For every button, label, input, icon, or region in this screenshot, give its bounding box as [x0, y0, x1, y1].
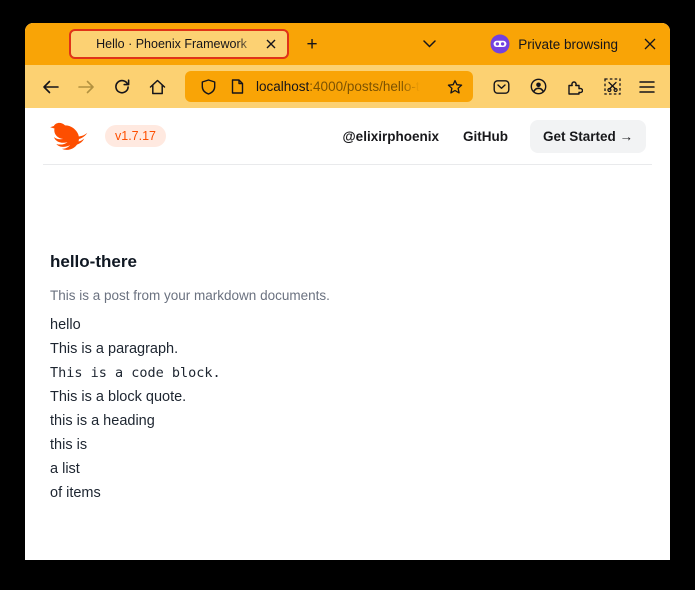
- reload-icon: [114, 79, 130, 95]
- account-icon: [530, 78, 547, 95]
- post-subtitle: This is a post from your markdown docume…: [50, 287, 645, 305]
- post-line: This is a block quote.: [50, 385, 645, 409]
- private-browsing-label: Private browsing: [518, 37, 618, 52]
- page-icon: [231, 79, 244, 94]
- forward-button[interactable]: [74, 75, 98, 98]
- home-button[interactable]: [145, 75, 169, 98]
- site-security-button[interactable]: [226, 76, 248, 98]
- forward-icon: [78, 80, 95, 94]
- post-title: hello-there: [50, 250, 645, 274]
- tab-title: Hello · Phoenix Framework: [81, 37, 262, 51]
- url-bar[interactable]: localhost:4000/posts/hello-t: [185, 71, 473, 102]
- post-line: of items: [50, 481, 645, 505]
- screenshot-icon: [604, 78, 621, 95]
- post-line: hello: [50, 313, 645, 337]
- version-badge: v1.7.17: [105, 125, 166, 147]
- screenshot-button[interactable]: [600, 75, 624, 98]
- shield-icon: [201, 79, 216, 95]
- url-host: localhost: [256, 79, 309, 94]
- menu-button[interactable]: [635, 75, 659, 98]
- site-header: v1.7.17 @elixirphoenix GitHub Get Starte…: [25, 108, 670, 164]
- url-path: :4000/posts/hello-t: [309, 79, 419, 94]
- mask-icon: [490, 34, 510, 54]
- home-icon: [149, 79, 166, 95]
- close-icon: [644, 38, 656, 50]
- url-text[interactable]: localhost:4000/posts/hello-t: [256, 79, 420, 94]
- get-started-button[interactable]: Get Started →: [530, 120, 646, 153]
- tab-hello-phoenix[interactable]: Hello · Phoenix Framework: [69, 29, 289, 59]
- extensions-button[interactable]: [563, 75, 587, 98]
- close-icon: [266, 39, 276, 49]
- page-content: v1.7.17 @elixirphoenix GitHub Get Starte…: [25, 108, 670, 560]
- tracking-protection-button[interactable]: [197, 76, 219, 98]
- post-line: this is: [50, 433, 645, 457]
- back-button[interactable]: [38, 75, 62, 98]
- post-line: this is a heading: [50, 409, 645, 433]
- navigation-toolbar: localhost:4000/posts/hello-t: [25, 65, 670, 108]
- chevron-down-icon: [423, 40, 436, 48]
- star-icon: [447, 79, 463, 95]
- reload-button[interactable]: [110, 75, 134, 98]
- window-close-button[interactable]: [638, 33, 662, 55]
- pocket-icon: [493, 79, 510, 95]
- bookmark-button[interactable]: [443, 75, 467, 99]
- tab-bar: Hello · Phoenix Framework + Private brow…: [25, 23, 670, 65]
- post-code-line: This is a code block.: [50, 361, 645, 385]
- private-browsing-badge: Private browsing: [490, 23, 618, 65]
- post-body: hello This is a paragraph. This is a cod…: [50, 313, 645, 505]
- extensions-icon: [567, 79, 583, 95]
- pocket-button[interactable]: [489, 75, 513, 98]
- list-all-tabs-button[interactable]: [417, 33, 441, 55]
- desktop-background: { "browser": { "tab_title": "Hello · Pho…: [0, 0, 695, 590]
- post-line: a list: [50, 457, 645, 481]
- account-button[interactable]: [526, 75, 550, 98]
- post-article: hello-there This is a post from your mar…: [25, 165, 670, 505]
- back-icon: [42, 80, 59, 94]
- phoenix-logo: [50, 121, 90, 152]
- plus-icon: +: [306, 35, 317, 54]
- post-line: This is a paragraph.: [50, 337, 645, 361]
- link-elixirphoenix[interactable]: @elixirphoenix: [343, 129, 439, 144]
- menu-icon: [639, 81, 655, 93]
- link-github[interactable]: GitHub: [463, 129, 508, 144]
- tab-close-button[interactable]: [262, 35, 280, 53]
- browser-window: Hello · Phoenix Framework + Private brow…: [25, 23, 670, 560]
- new-tab-button[interactable]: +: [299, 31, 325, 57]
